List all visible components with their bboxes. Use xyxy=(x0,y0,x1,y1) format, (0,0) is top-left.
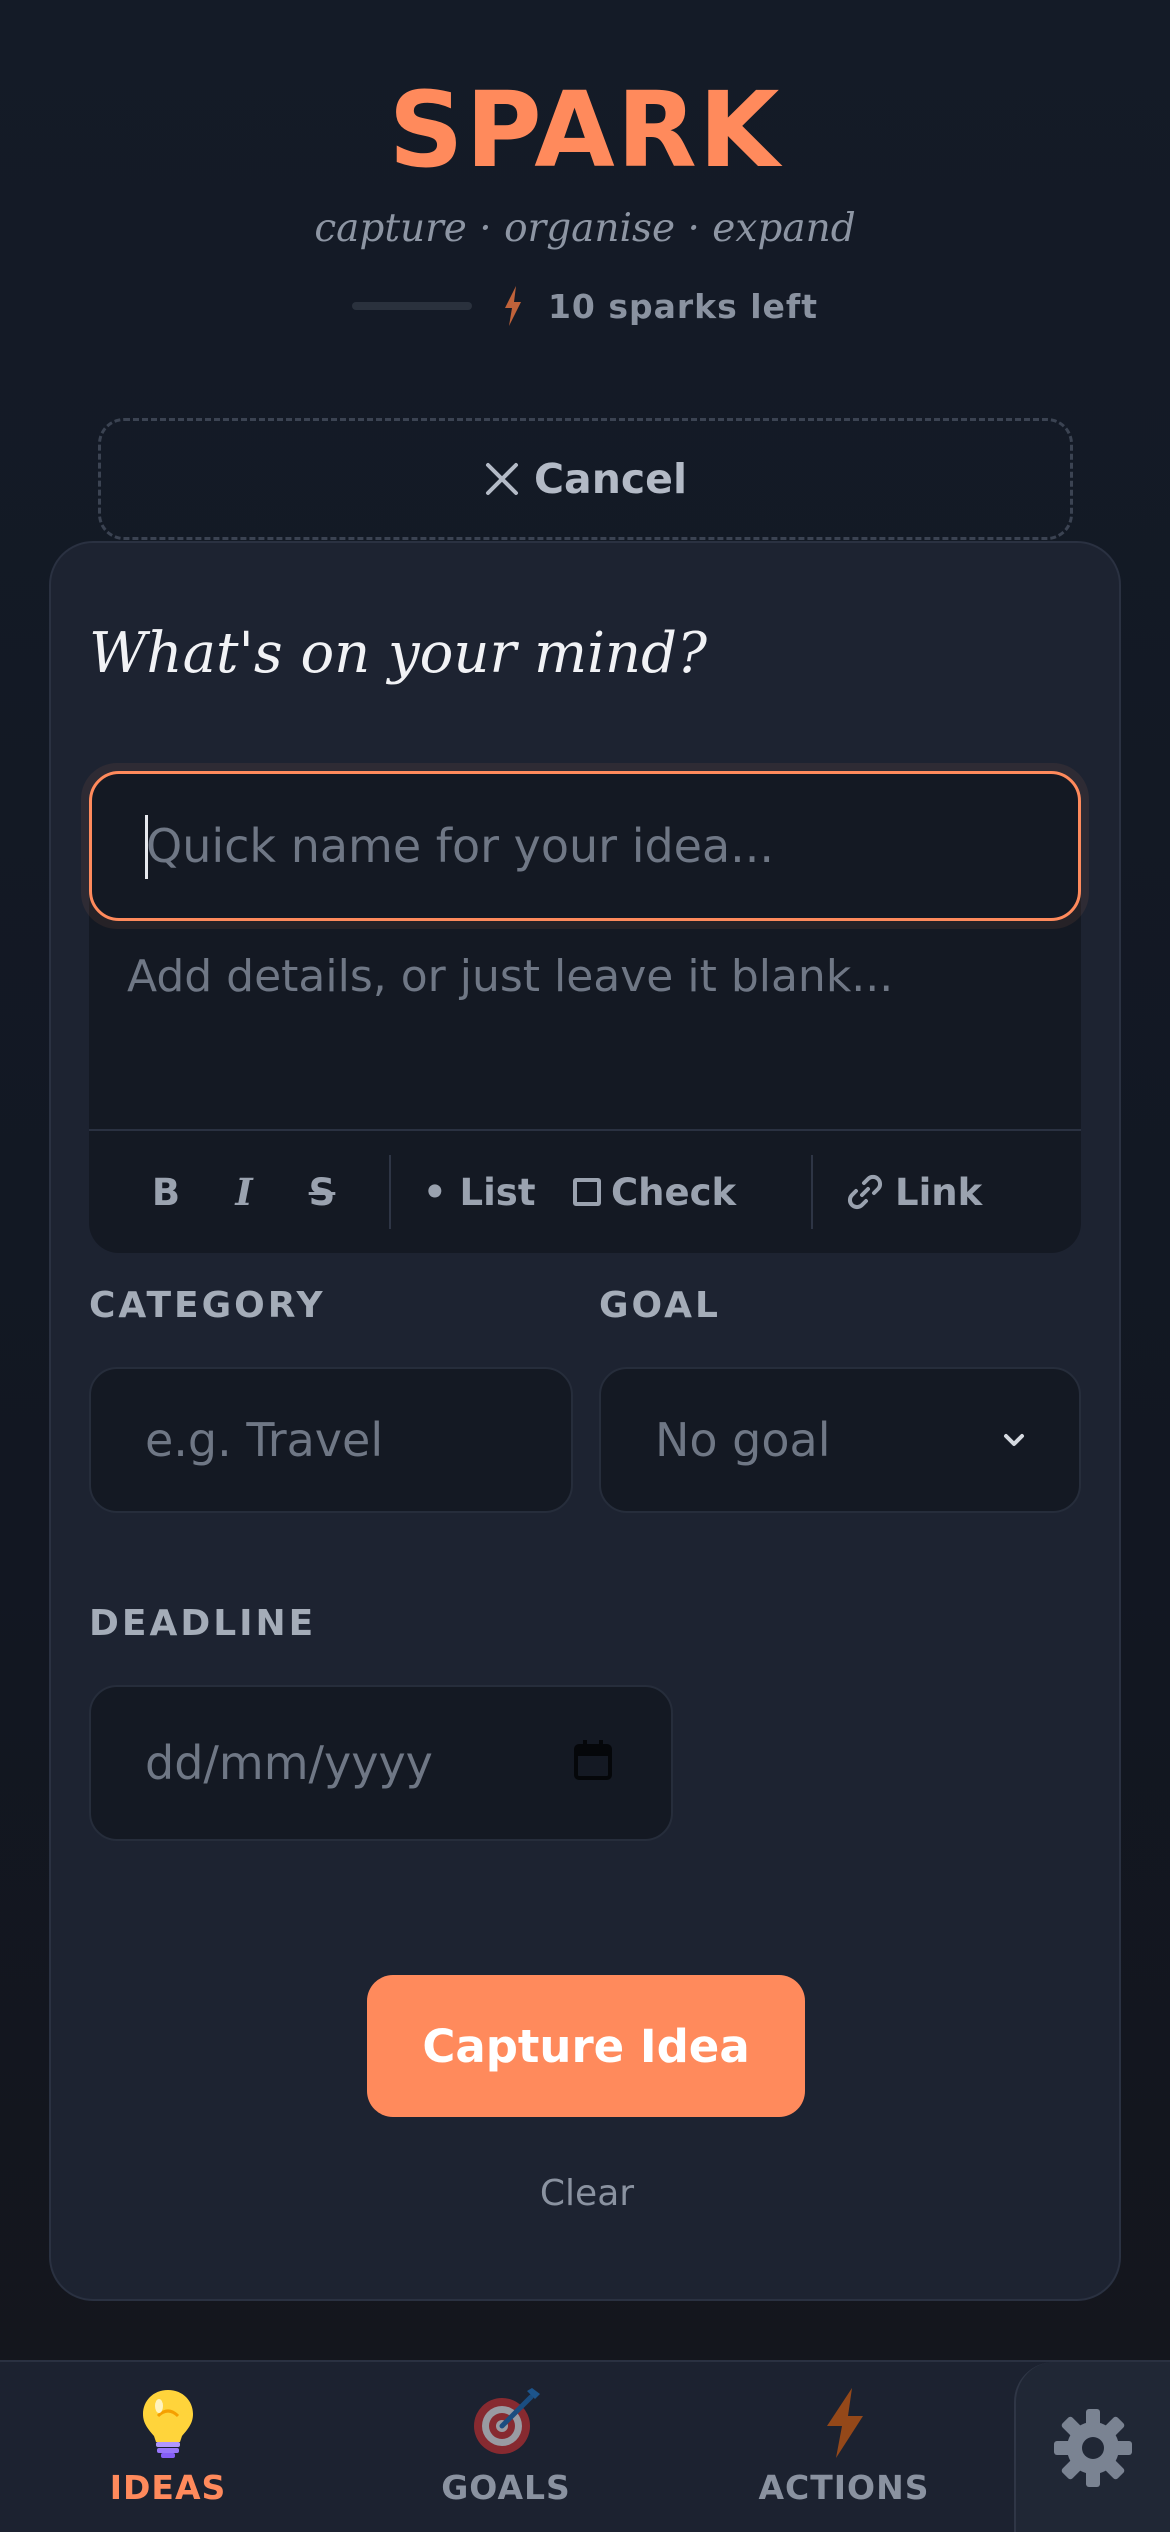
nav-label-actions: ACTIONS xyxy=(758,2468,930,2507)
toolbar-divider xyxy=(811,1155,813,1229)
nav-label-ideas: IDEAS xyxy=(109,2468,227,2507)
checklist-button-label: Check xyxy=(611,1170,737,1214)
chevron-down-icon xyxy=(1004,1434,1024,1446)
list-button[interactable]: • List xyxy=(423,1156,573,1228)
link-button[interactable]: Link xyxy=(845,1156,982,1228)
clear-button[interactable]: Clear xyxy=(51,2173,1123,2214)
lightbulb-icon xyxy=(143,2390,193,2458)
checklist-button[interactable]: Check xyxy=(573,1156,779,1228)
sparks-left-text: 10 sparks left xyxy=(547,286,819,326)
app-screen: SPARK capture · organise · expand 10 spa… xyxy=(0,0,1170,2532)
bold-button[interactable]: B xyxy=(131,1156,201,1228)
app-brand: SPARK xyxy=(388,69,782,191)
lightning-icon xyxy=(827,2388,863,2458)
new-idea-card: What's on your mind? B I S • List Check xyxy=(49,541,1121,2301)
deadline-input[interactable]: dd/mm/yyyy xyxy=(89,1685,673,1841)
lightning-icon xyxy=(504,286,521,326)
form-title: What's on your mind? xyxy=(89,621,707,686)
format-toolbar: B I S • List Check Link xyxy=(89,1129,1081,1253)
goal-label: GOAL xyxy=(599,1285,721,1326)
gear-icon xyxy=(1054,2409,1132,2487)
capture-idea-button[interactable]: Capture Idea xyxy=(367,1975,805,2117)
close-icon xyxy=(485,463,518,495)
category-placeholder: e.g. Travel xyxy=(145,1413,384,1467)
calendar-icon[interactable] xyxy=(573,1739,613,1781)
idea-details-textarea[interactable] xyxy=(89,921,1081,1129)
nav-tab-goals[interactable]: GOALS xyxy=(356,2362,656,2532)
nav-label-goals: GOALS xyxy=(441,2468,571,2507)
nav-tab-actions[interactable]: ACTIONS xyxy=(694,2362,994,2532)
settings-button[interactable] xyxy=(1014,2362,1170,2532)
text-caret xyxy=(145,815,148,879)
sparks-status: 10 sparks left xyxy=(0,286,1170,326)
idea-name-input[interactable] xyxy=(89,771,1081,921)
deadline-placeholder: dd/mm/yyyy xyxy=(145,1736,433,1790)
toolbar-divider xyxy=(389,1155,391,1229)
idea-editor: B I S • List Check xyxy=(81,763,1089,1253)
sparks-progress-bar xyxy=(351,302,472,310)
link-icon xyxy=(847,1174,883,1210)
italic-button[interactable]: I xyxy=(201,1156,287,1228)
goal-selected-value: No goal xyxy=(655,1413,831,1467)
cancel-button-label: Cancel xyxy=(533,455,688,503)
cancel-button[interactable]: Cancel xyxy=(98,418,1073,540)
link-button-label: Link xyxy=(895,1170,983,1214)
strikethrough-button[interactable]: S xyxy=(287,1156,357,1228)
deadline-label: DEADLINE xyxy=(89,1603,317,1644)
target-icon xyxy=(474,2388,540,2454)
bottom-nav: IDEAS GOALS ACTIONS xyxy=(0,2360,1170,2532)
checkbox-icon xyxy=(573,1178,601,1206)
category-label: CATEGORY xyxy=(89,1285,326,1326)
nav-tab-ideas[interactable]: IDEAS xyxy=(18,2362,318,2532)
app-tagline: capture · organise · expand xyxy=(314,206,856,251)
goal-select[interactable]: No goal xyxy=(599,1367,1081,1513)
category-input[interactable]: e.g. Travel xyxy=(89,1367,573,1513)
